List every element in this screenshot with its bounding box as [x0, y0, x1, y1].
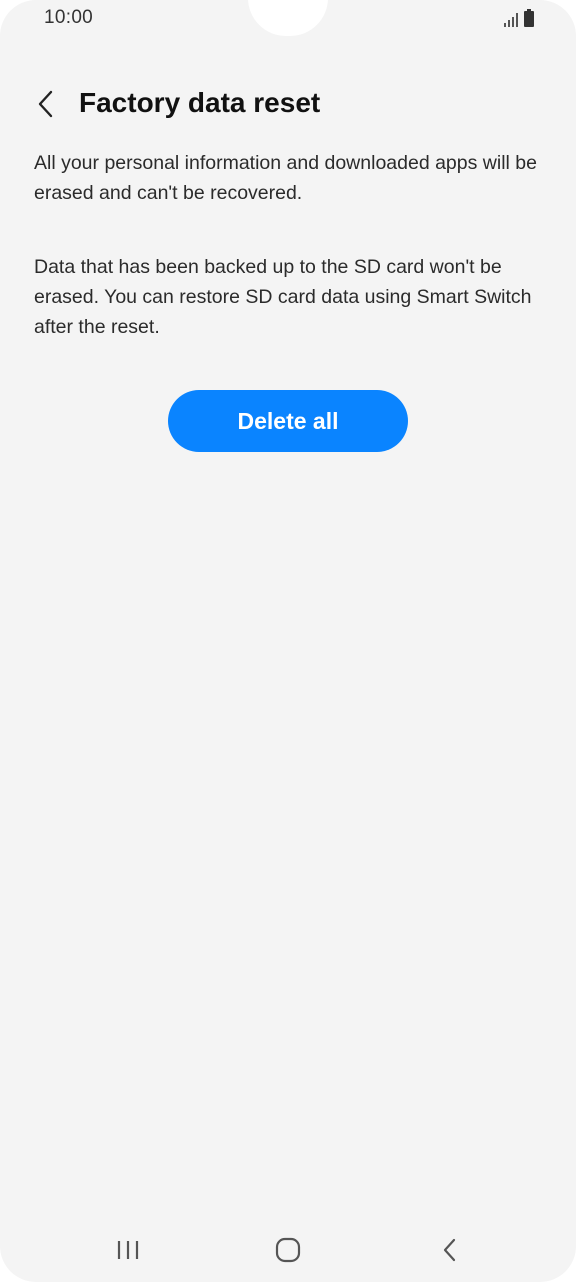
status-bar: 10:00	[0, 0, 576, 40]
battery-icon	[524, 9, 534, 27]
nav-back-button[interactable]	[428, 1234, 472, 1266]
back-icon	[443, 1238, 456, 1262]
delete-all-button[interactable]: Delete all	[168, 390, 408, 452]
home-button[interactable]	[266, 1234, 310, 1266]
header: Factory data reset	[0, 80, 576, 130]
navigation-bar	[0, 1222, 576, 1278]
home-icon	[275, 1237, 301, 1263]
sd-card-info-text: Data that has been backed up to the SD c…	[34, 256, 532, 338]
screen: 10:00 Factory data reset All your person…	[0, 0, 576, 1282]
camera-notch	[248, 0, 328, 36]
page-title: Factory data reset	[79, 87, 321, 118]
recents-icon	[117, 1241, 139, 1259]
chevron-left-icon	[38, 90, 53, 118]
signal-icon	[504, 13, 518, 27]
recents-button[interactable]	[106, 1234, 150, 1266]
status-icons	[504, 9, 534, 27]
status-time: 10:00	[44, 7, 94, 28]
erase-warning-text: All your personal information and downlo…	[34, 152, 537, 204]
back-button[interactable]	[26, 84, 66, 124]
